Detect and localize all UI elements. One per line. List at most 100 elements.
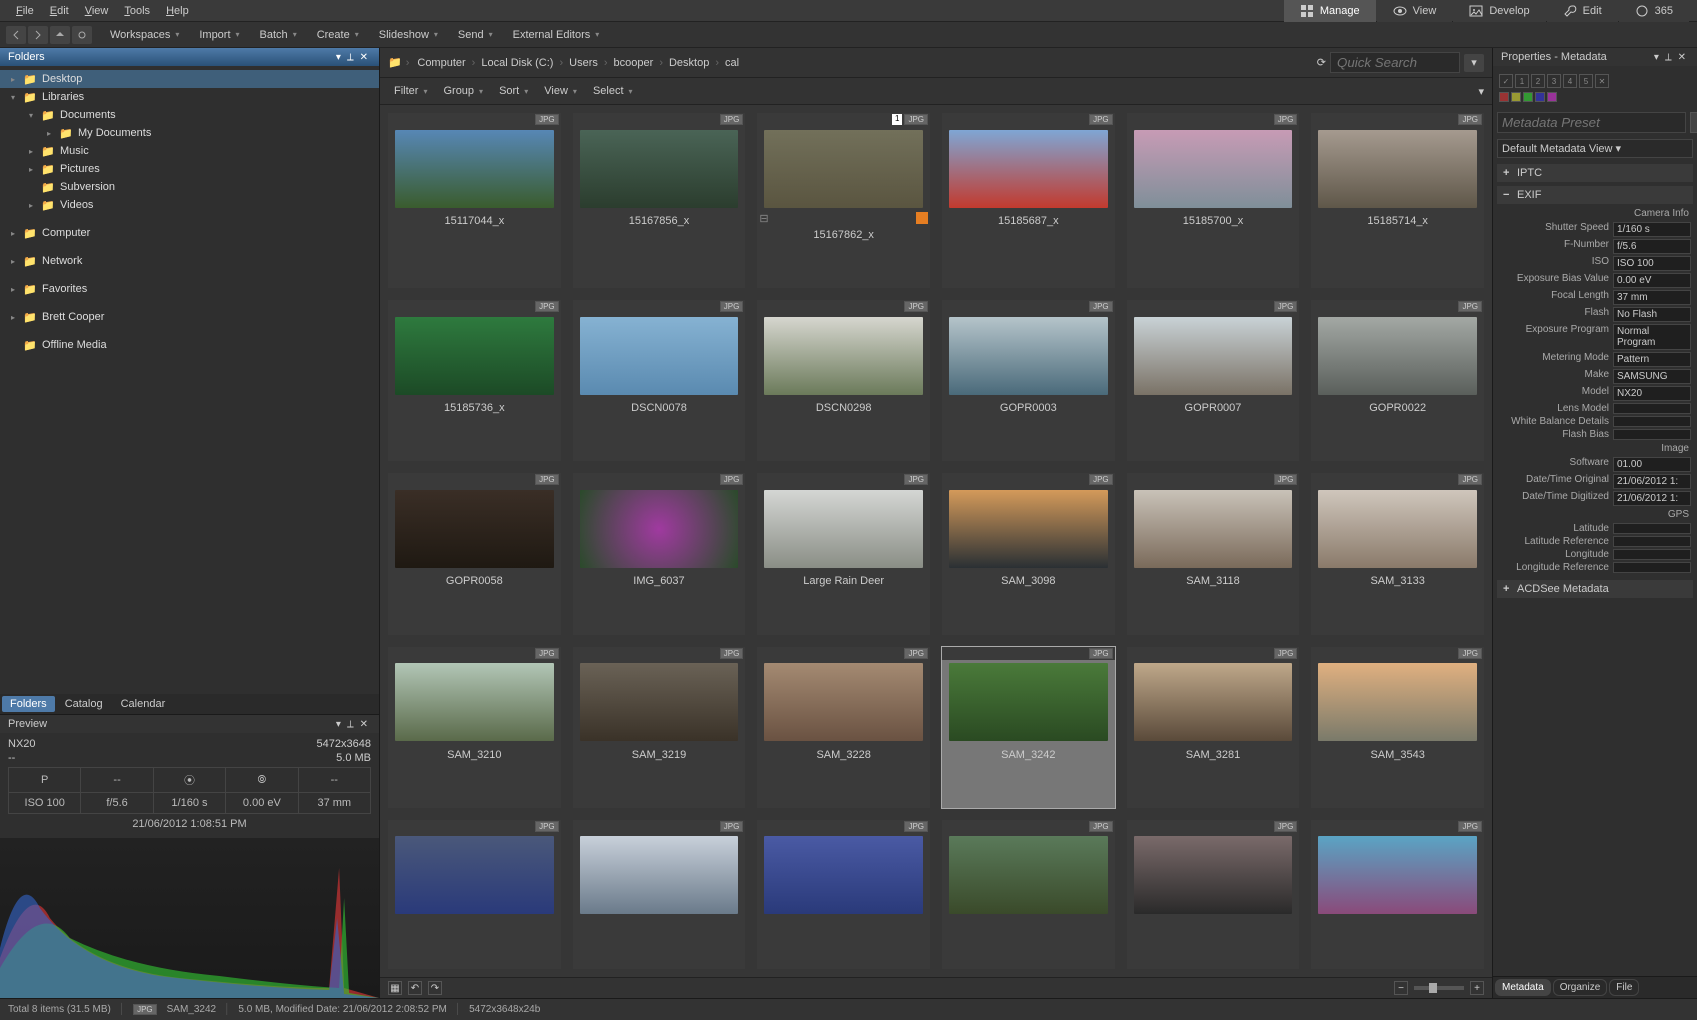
tree-node-documents[interactable]: ▾📁Documents — [0, 106, 379, 124]
rating-box[interactable]: 2 — [1531, 74, 1545, 88]
nav-back[interactable] — [6, 26, 26, 44]
tree-node-subversion[interactable]: 📁Subversion — [0, 178, 379, 196]
thumbnail[interactable]: JPG15117044_x — [388, 113, 561, 288]
nav-home[interactable] — [72, 26, 92, 44]
filter-view[interactable]: View — [538, 82, 583, 100]
mode-tab-develop[interactable]: Develop — [1453, 0, 1545, 22]
panel-pin-icon[interactable]: ⟂ — [1662, 52, 1675, 63]
tree-node-brett-cooper[interactable]: ▸📁Brett Cooper — [0, 308, 379, 326]
exif-value[interactable]: No Flash — [1613, 307, 1691, 322]
metadata-view-select[interactable]: Default Metadata View ▾ — [1497, 139, 1693, 158]
thumbnail[interactable]: JPGGOPR0007 — [1127, 300, 1300, 461]
right-tab-metadata[interactable]: Metadata — [1495, 979, 1551, 996]
filter-filter[interactable]: Filter — [388, 82, 433, 100]
filter-select[interactable]: Select — [587, 82, 639, 100]
apply-button[interactable]: Apply — [1690, 112, 1697, 133]
exif-value[interactable] — [1613, 549, 1691, 560]
exif-value[interactable]: Pattern — [1613, 352, 1691, 367]
thumbnail[interactable]: JPGSAM_3228 — [757, 647, 930, 808]
toolbar-send[interactable]: Send — [452, 26, 499, 44]
thumbnail[interactable]: JPG15167856_x — [573, 113, 746, 288]
exif-value[interactable]: Normal Program — [1613, 324, 1691, 350]
thumbnail[interactable]: JPG — [942, 820, 1115, 969]
left-tab-folders[interactable]: Folders — [2, 696, 55, 712]
tree-node-my-documents[interactable]: ▸📁My Documents — [0, 124, 379, 142]
tree-node-network[interactable]: ▸📁Network — [0, 252, 379, 270]
acdsee-section-header[interactable]: +ACDSee Metadata — [1497, 580, 1693, 598]
exif-value[interactable]: 0.00 eV — [1613, 273, 1691, 288]
breadcrumb-item[interactable]: Desktop — [665, 55, 713, 71]
panel-pin-icon[interactable]: ⟂ — [344, 719, 357, 730]
rotate-left-icon[interactable]: ↶ — [408, 981, 422, 995]
filter-group[interactable]: Group — [437, 82, 489, 100]
iptc-section-header[interactable]: +IPTC — [1497, 164, 1693, 182]
panel-pin-icon[interactable]: ⟂ — [344, 52, 357, 63]
refresh-icon[interactable]: ⟳ — [1315, 54, 1328, 71]
rating-box[interactable]: 4 — [1563, 74, 1577, 88]
thumbnail[interactable]: JPGGOPR0022 — [1311, 300, 1484, 461]
panel-menu-icon[interactable]: ▾ — [333, 719, 344, 730]
exif-section-header[interactable]: −EXIF — [1497, 186, 1693, 204]
thumbnail[interactable]: JPGIMG_6037 — [573, 473, 746, 634]
panel-menu-icon[interactable]: ▾ — [333, 52, 344, 63]
tree-node-music[interactable]: ▸📁Music — [0, 142, 379, 160]
thumbnail[interactable]: JPG15185714_x — [1311, 113, 1484, 288]
thumbnail[interactable]: JPGSAM_3281 — [1127, 647, 1300, 808]
menu-help[interactable]: Help — [158, 3, 197, 19]
thumbnail[interactable]: JPG — [1311, 820, 1484, 969]
rating-box[interactable]: 5 — [1579, 74, 1593, 88]
rating-box[interactable]: 1 — [1515, 74, 1529, 88]
metadata-preset-input[interactable] — [1497, 112, 1686, 133]
tree-node-videos[interactable]: ▸📁Videos — [0, 196, 379, 214]
color-swatch[interactable] — [1499, 92, 1509, 102]
thumbnail[interactable]: JPGSAM_3098 — [942, 473, 1115, 634]
nav-up[interactable] — [50, 26, 70, 44]
panel-menu-icon[interactable]: ▾ — [1651, 52, 1662, 63]
toolbar-slideshow[interactable]: Slideshow — [373, 26, 444, 44]
exif-value[interactable]: 37 mm — [1613, 290, 1691, 305]
thumbnail[interactable]: JPG — [573, 820, 746, 969]
panel-close-icon[interactable]: ✕ — [357, 52, 371, 63]
thumbnail[interactable]: JPG — [757, 820, 930, 969]
thumbnail[interactable]: JPGGOPR0058 — [388, 473, 561, 634]
breadcrumb-item[interactable]: Local Disk (C:) — [477, 55, 557, 71]
thumbnail[interactable]: 1JPG⊟15167862_x — [757, 113, 930, 288]
exif-value[interactable]: 21/06/2012 1: — [1613, 491, 1691, 506]
toolbar-workspaces[interactable]: Workspaces — [104, 26, 185, 44]
menu-tools[interactable]: Tools — [116, 3, 158, 19]
thumbnail[interactable]: JPGSAM_3242 — [942, 647, 1115, 808]
thumbnail[interactable]: JPGSAM_3133 — [1311, 473, 1484, 634]
zoom-out[interactable]: − — [1394, 981, 1408, 995]
search-input[interactable] — [1330, 52, 1460, 73]
panel-close-icon[interactable]: ✕ — [1675, 52, 1689, 63]
thumbnail[interactable]: JPGGOPR0003 — [942, 300, 1115, 461]
thumbnail[interactable]: JPG15185736_x — [388, 300, 561, 461]
thumbnail[interactable]: JPGSAM_3219 — [573, 647, 746, 808]
filter-overflow[interactable]: ▾ — [1478, 85, 1484, 98]
breadcrumb-item[interactable]: cal — [721, 55, 743, 71]
mode-tab-manage[interactable]: Manage — [1284, 0, 1376, 22]
search-dropdown[interactable]: ▾ — [1464, 54, 1484, 72]
tree-node-computer[interactable]: ▸📁Computer — [0, 224, 379, 242]
thumbnail[interactable]: JPGSAM_3118 — [1127, 473, 1300, 634]
menu-view[interactable]: View — [77, 3, 117, 19]
nav-forward[interactable] — [28, 26, 48, 44]
exif-value[interactable] — [1613, 416, 1691, 427]
breadcrumb-item[interactable]: Users — [565, 55, 602, 71]
toolbar-import[interactable]: Import — [193, 26, 245, 44]
left-tab-calendar[interactable]: Calendar — [113, 696, 174, 712]
exif-value[interactable] — [1613, 523, 1691, 534]
toolbar-create[interactable]: Create — [311, 26, 365, 44]
exif-value[interactable]: SAMSUNG — [1613, 369, 1691, 384]
thumbnail[interactable]: JPGDSCN0298 — [757, 300, 930, 461]
thumbnail[interactable]: JPGSAM_3210 — [388, 647, 561, 808]
right-tab-organize[interactable]: Organize — [1553, 979, 1608, 996]
rating-box[interactable]: ✓ — [1499, 74, 1513, 88]
exif-value[interactable]: f/5.6 — [1613, 239, 1691, 254]
toolbar-external-editors[interactable]: External Editors — [507, 26, 606, 44]
menu-file[interactable]: File — [8, 3, 42, 19]
right-tab-file[interactable]: File — [1609, 979, 1639, 996]
rating-box[interactable]: 3 — [1547, 74, 1561, 88]
thumbnail[interactable]: JPGDSCN0078 — [573, 300, 746, 461]
thumbnail[interactable]: JPG — [1127, 820, 1300, 969]
